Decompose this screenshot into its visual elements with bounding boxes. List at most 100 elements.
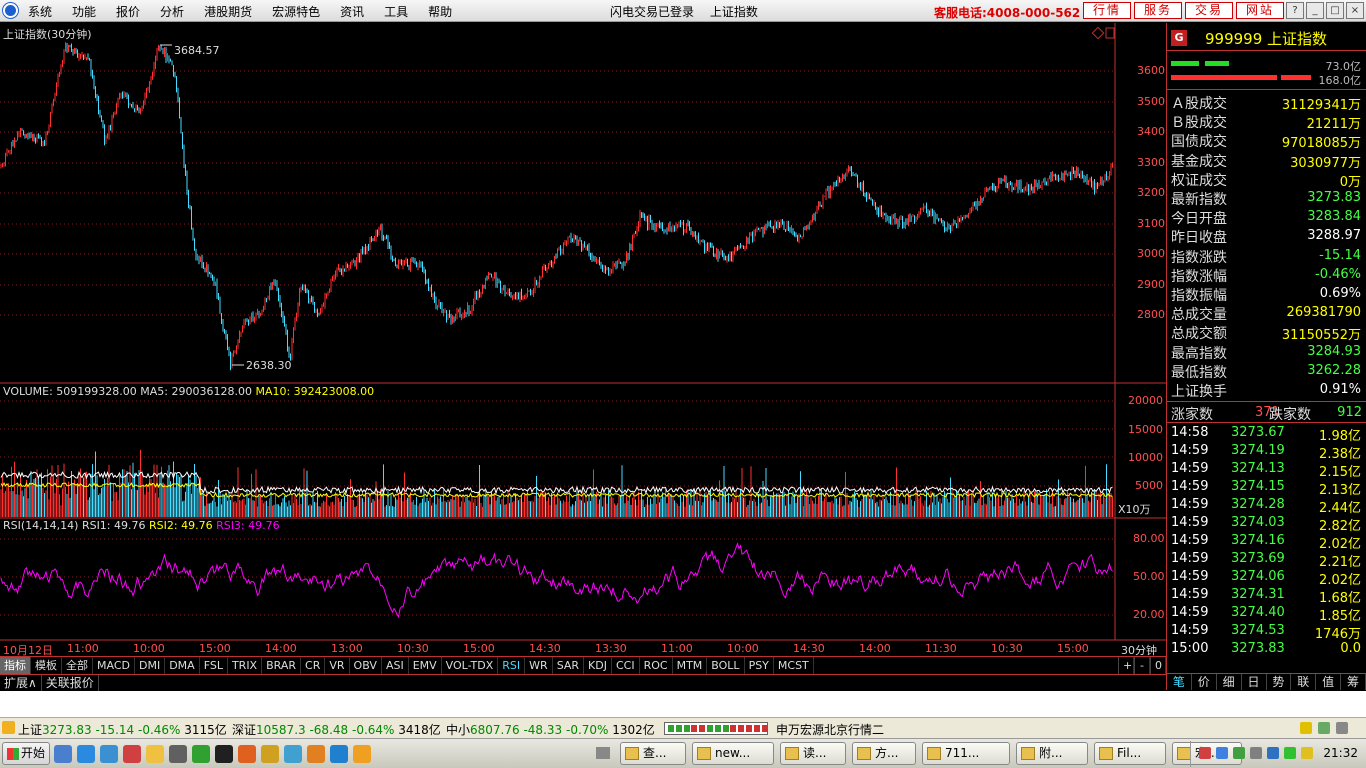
menu-item-function[interactable]: 功能 (72, 3, 96, 20)
indicator-tab[interactable]: SAR (553, 657, 585, 674)
indicator-tab[interactable]: CCI (612, 657, 640, 674)
media-icon[interactable] (169, 745, 187, 763)
network-icon[interactable] (1250, 747, 1262, 759)
indicator-tab[interactable]: WR (525, 657, 553, 674)
indicator-tab[interactable]: OBV (350, 657, 382, 674)
indicator-tab[interactable]: 指标 (0, 657, 31, 674)
clock[interactable]: 21:32 (1323, 746, 1358, 760)
indicator-tab[interactable]: BOLL (707, 657, 745, 674)
quote-tab[interactable]: 笔 (1167, 674, 1192, 690)
app-icon[interactable] (238, 745, 256, 763)
quote-tab[interactable]: 值 (1316, 674, 1342, 690)
stat-row: 上证换手 0.91% (1171, 381, 1363, 400)
advance-label: 涨家数 (1171, 407, 1213, 423)
signal-icon[interactable] (1318, 722, 1330, 734)
website-button[interactable]: 网站 (1236, 2, 1284, 19)
tick-time: 14:59 (1171, 587, 1209, 602)
minimize-icon[interactable]: _ (1306, 2, 1324, 19)
indicator-tab[interactable]: FSL (200, 657, 228, 674)
desktop-icon[interactable] (54, 745, 72, 763)
quote-tab[interactable]: 价 (1192, 674, 1217, 690)
quote-tab[interactable]: 势 (1267, 674, 1292, 690)
menu-item-quote[interactable]: 报价 (116, 3, 140, 20)
quote-tab[interactable]: 筹 (1341, 674, 1366, 690)
quote-tab[interactable]: 联 (1291, 674, 1317, 690)
kline-chart[interactable] (0, 23, 1166, 656)
browser-icon[interactable] (330, 745, 348, 763)
folder-icon[interactable] (261, 745, 279, 763)
task-button[interactable]: 方... (852, 742, 916, 765)
menu-item-hk-futures[interactable]: 港股期货 (204, 3, 252, 20)
indicator-tab[interactable]: BRAR (262, 657, 302, 674)
settings-icon[interactable] (1336, 722, 1348, 734)
trade-button[interactable]: 交易 (1185, 2, 1233, 19)
tray-app-icon[interactable] (1199, 747, 1211, 759)
chart-area[interactable]: 上证指数(30分钟) 3684.57 2638.30 3600 3500 340… (0, 23, 1166, 657)
zoom-button[interactable]: 0 (1150, 657, 1166, 674)
indicator-tab[interactable]: MCST (774, 657, 814, 674)
tray-app-icon[interactable] (1233, 747, 1245, 759)
zoom-button[interactable]: + (1118, 657, 1134, 674)
notice-icon[interactable] (1300, 722, 1312, 734)
task-button[interactable]: new... (692, 742, 774, 765)
indicator-tab[interactable]: EMV (409, 657, 442, 674)
indicator-tab[interactable]: 全部 (62, 657, 93, 674)
task-button[interactable]: 附... (1016, 742, 1088, 765)
quotes-button[interactable]: 行情 (1083, 2, 1131, 19)
emoji-icon[interactable] (146, 745, 164, 763)
zoom-button[interactable]: - (1134, 657, 1150, 674)
menu-item-news[interactable]: 资讯 (340, 3, 364, 20)
chrome-icon[interactable] (307, 745, 325, 763)
keyboard-icon[interactable] (596, 747, 610, 759)
menu-item-help[interactable]: 帮助 (428, 3, 452, 20)
task-button[interactable]: 711... (922, 742, 1010, 765)
quote-tab[interactable]: 日 (1242, 674, 1267, 690)
indicator-tab[interactable]: MACD (93, 657, 135, 674)
indicator-tab[interactable]: RSI (498, 657, 526, 674)
indicator-tab[interactable]: CR (301, 657, 326, 674)
indicator-tab[interactable]: ASI (382, 657, 409, 674)
help-icon[interactable]: ? (1286, 2, 1304, 19)
indicator-tab[interactable]: MTM (673, 657, 708, 674)
maximize-icon[interactable]: □ (1326, 2, 1344, 19)
indicator-tab[interactable]: KDJ (584, 657, 612, 674)
task-button[interactable]: 读... (780, 742, 846, 765)
indicator-tab[interactable]: DMA (165, 657, 200, 674)
menu-item-tools[interactable]: 工具 (384, 3, 408, 20)
service-button[interactable]: 服务 (1134, 2, 1182, 19)
task-button[interactable]: Fil... (1094, 742, 1166, 765)
sz-index[interactable]: 深证10587.3 -68.48 -0.64% 3418亿 (232, 721, 441, 738)
excel-icon[interactable] (192, 745, 210, 763)
tray-app-icon[interactable] (1216, 747, 1228, 759)
zx-index[interactable]: 中小6807.76 -48.33 -0.70% 1302亿 (446, 721, 655, 738)
indicator-tab[interactable]: VR (325, 657, 350, 674)
start-button[interactable]: 开始 (2, 742, 50, 765)
quote-tab[interactable]: 细 (1217, 674, 1242, 690)
indicator-tab[interactable]: TRIX (228, 657, 263, 674)
qq-icon[interactable] (215, 745, 233, 763)
menu-item-hongyuan[interactable]: 宏源特色 (272, 3, 320, 20)
stock-app-icon[interactable] (123, 745, 141, 763)
volume-icon[interactable] (1267, 747, 1279, 759)
sh-index[interactable]: 上证3273.83 -15.14 -0.46% 3115亿 (18, 721, 227, 738)
tab-expand[interactable]: 扩展∧ (0, 675, 42, 691)
tab-related-quotes[interactable]: 关联报价 (42, 675, 99, 691)
indicator-tab[interactable]: PSY (745, 657, 774, 674)
high-annotation: 3684.57 (174, 44, 220, 57)
security-icon[interactable] (1284, 747, 1296, 759)
indicator-tab[interactable]: ROC (640, 657, 673, 674)
price-tick: 3100 (1137, 217, 1165, 230)
browser-icon[interactable] (100, 745, 118, 763)
expand-icon[interactable] (2, 721, 15, 734)
indicator-tab[interactable]: DMI (135, 657, 166, 674)
task-button[interactable]: 查... (620, 742, 686, 765)
ie-icon[interactable] (284, 745, 302, 763)
menu-item-system[interactable]: 系统 (28, 3, 52, 20)
tray-app-icon[interactable] (1301, 747, 1313, 759)
app-icon[interactable] (353, 745, 371, 763)
menu-item-analysis[interactable]: 分析 (160, 3, 184, 20)
indicator-tab[interactable]: 模板 (31, 657, 62, 674)
ie-icon[interactable] (77, 745, 95, 763)
close-icon[interactable]: × (1346, 2, 1364, 19)
indicator-tab[interactable]: VOL-TDX (442, 657, 499, 674)
